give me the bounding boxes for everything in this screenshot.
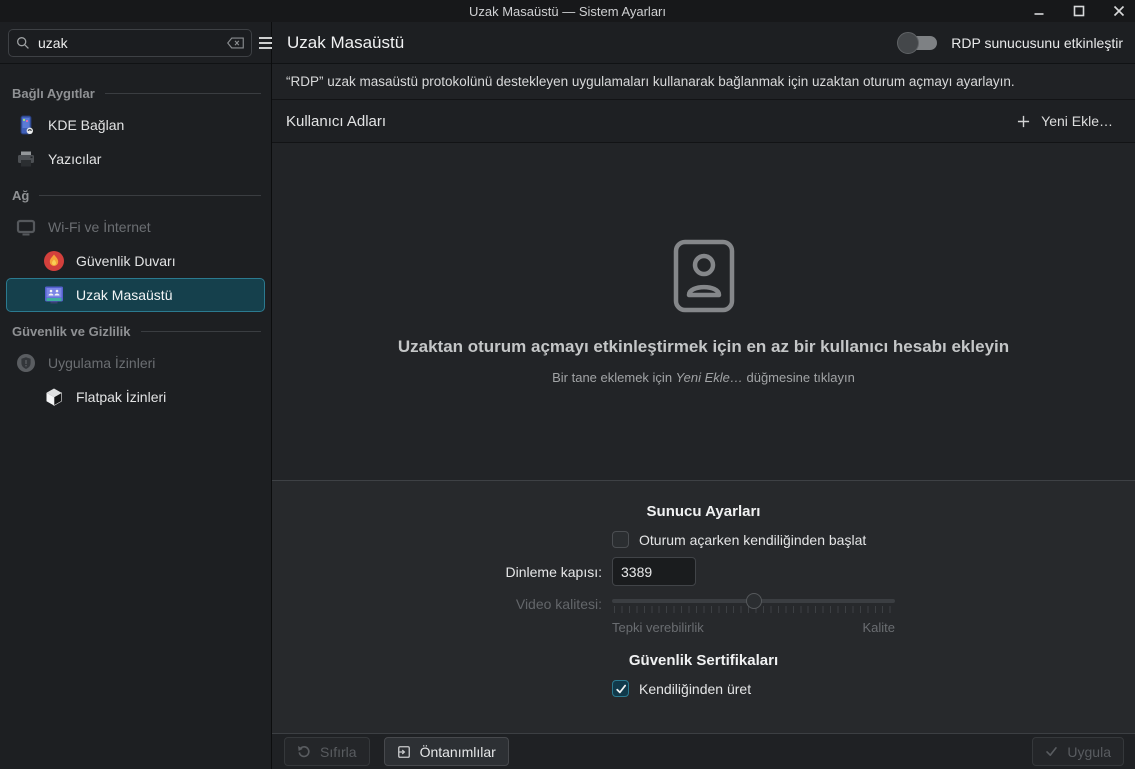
sidebar-item-printers[interactable]: Yazıcılar <box>6 142 265 176</box>
sidebar-toolbar <box>0 22 275 64</box>
certificates-title: Güvenlik Sertifikaları <box>628 652 779 669</box>
apply-check-icon <box>1046 747 1058 756</box>
maximize-button[interactable] <box>1071 3 1087 19</box>
check-icon <box>615 684 626 693</box>
server-settings-title: Sunucu Ayarları <box>646 503 761 520</box>
footer-bar: Sıfırla Öntanımlılar Uygula <box>272 733 1135 769</box>
main-pane: Uzak Masaüstü RDP sunucusunu etkinleştir… <box>272 22 1135 769</box>
undo-icon <box>298 745 310 757</box>
sidebar-item-flatpak-permissions[interactable]: Flatpak İzinleri <box>6 380 265 414</box>
sidebar-item-wifi-internet[interactable]: Wi-Fi ve İnternet <box>6 210 265 244</box>
sidebar-item-firewall[interactable]: Güvenlik Duvarı <box>6 244 265 278</box>
system-settings-window: Uzak Masaüstü — Sistem Ayarları uzak Bağ… <box>0 0 1135 769</box>
sidebar-item-label: Uygulama İzinleri <box>48 355 156 371</box>
page-title: Uzak Masaüstü <box>287 32 405 52</box>
sidebar-item-app-permissions[interactable]: Uygulama İzinleri <box>6 346 265 380</box>
autostart-checkbox[interactable] <box>612 531 629 548</box>
sidebar-item-label: KDE Bağlan <box>48 117 125 133</box>
port-label: Dinleme kapısı: <box>505 563 602 580</box>
close-button[interactable] <box>1111 3 1127 19</box>
flatpak-icon <box>43 386 65 408</box>
sidebar-item-label: Uzak Masaüstü <box>76 287 173 303</box>
search-field[interactable] <box>8 28 252 57</box>
apply-button[interactable]: Uygula <box>1032 737 1124 766</box>
shield-icon <box>15 352 37 374</box>
add-user-button[interactable]: Yeni Ekle… <box>1009 108 1121 134</box>
window-controls <box>1031 0 1127 22</box>
sidebar-item-kde-connect[interactable]: KDE Bağlan <box>6 108 265 142</box>
user-placeholder-icon <box>673 239 734 312</box>
sidebar-item-label: Wi-Fi ve İnternet <box>48 219 151 235</box>
autogenerate-label: Kendiliğinden üret <box>639 680 752 697</box>
toggle-track-icon <box>897 31 938 54</box>
search-icon <box>17 36 29 49</box>
remote-desktop-icon <box>43 284 65 306</box>
sidebar-item-label: Flatpak İzinleri <box>76 389 167 405</box>
toggle-knob-icon <box>897 31 920 54</box>
plus-icon <box>1018 115 1030 127</box>
reset-button[interactable]: Sıfırla <box>284 737 370 766</box>
sidebar-list: Bağlı Aygıtlar KDE Bağlan Yazıcılar Ağ W… <box>0 64 271 424</box>
close-icon <box>1113 5 1125 17</box>
sidebar-item-label: Yazıcılar <box>48 151 102 167</box>
sidebar-section-security-privacy: Güvenlik ve Gizlilik <box>12 322 261 340</box>
quality-slider-handle[interactable] <box>745 593 762 609</box>
autogenerate-checkbox-row[interactable]: Kendiliğinden üret <box>612 680 1135 697</box>
quality-max-label: Kalite <box>862 620 895 635</box>
rdp-toggle-label: RDP sunucusunu etkinleştir <box>951 34 1123 51</box>
sidebar-item-remote-desktop[interactable]: Uzak Masaüstü <box>6 278 265 312</box>
server-settings-panel: Sunucu Ayarları Oturum açarken kendiliği… <box>272 480 1135 733</box>
sidebar-item-label: Güvenlik Duvarı <box>76 253 176 269</box>
minimize-icon <box>1034 13 1044 15</box>
titlebar: Uzak Masaüstü — Sistem Ayarları <box>0 0 1135 22</box>
rdp-description: “RDP” uzak masaüstü protokolünü destekle… <box>272 64 1135 100</box>
firewall-icon <box>43 250 65 272</box>
search-input[interactable] <box>36 33 221 52</box>
minimize-button[interactable] <box>1031 3 1047 19</box>
defaults-icon <box>397 745 410 758</box>
defaults-button[interactable]: Öntanımlılar <box>383 737 509 766</box>
usernames-header: Kullanıcı Adları Yeni Ekle… <box>272 100 1135 143</box>
quality-min-label: Tepki verebilirlik <box>612 620 704 635</box>
usernames-title: Kullanıcı Adları <box>286 112 387 130</box>
video-quality-slider[interactable] <box>612 593 895 613</box>
user-list-empty-state: Uzaktan oturum açmayı etkinleştirmek içi… <box>272 143 1135 480</box>
video-quality-label: Video kalitesi: <box>515 596 602 612</box>
sidebar-section-connected-devices: Bağlı Aygıtlar <box>12 84 261 102</box>
network-icon <box>15 216 37 238</box>
autostart-checkbox-row[interactable]: Oturum açarken kendiliğinden başlat <box>612 531 1135 548</box>
window-title: Uzak Masaüstü — Sistem Ayarları <box>469 3 666 19</box>
sidebar-section-network: Ağ <box>12 186 261 204</box>
autogenerate-checkbox[interactable] <box>612 680 629 697</box>
autostart-label: Oturum açarken kendiliğinden başlat <box>639 531 867 548</box>
kde-connect-icon <box>15 114 37 136</box>
maximize-icon <box>1073 5 1085 17</box>
page-header: Uzak Masaüstü RDP sunucusunu etkinleştir <box>272 22 1135 64</box>
clear-search-icon[interactable] <box>227 37 244 49</box>
sidebar: Bağlı Aygıtlar KDE Bağlan <box>0 22 275 769</box>
listen-port-input[interactable] <box>612 557 696 586</box>
empty-state-heading: Uzaktan oturum açmayı etkinleştirmek içi… <box>397 336 1010 356</box>
slider-minmax-labels: Tepki verebilirlik Kalite <box>612 620 895 635</box>
empty-state-hint: Bir tane eklemek için Yeni Ekle… düğmesi… <box>552 369 855 385</box>
rdp-server-toggle[interactable]: RDP sunucusunu etkinleştir <box>897 31 1125 54</box>
printer-icon <box>15 148 37 170</box>
